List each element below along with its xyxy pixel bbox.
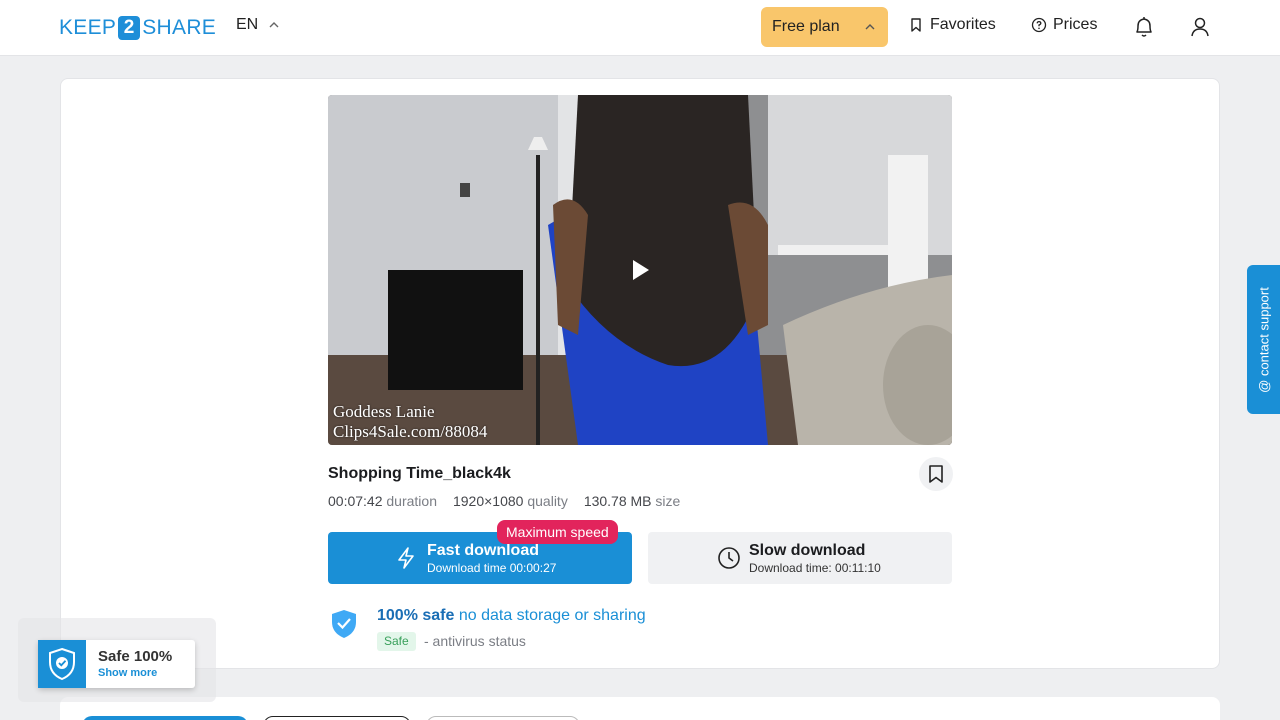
slow-download-time: Download time: 00:11:10: [749, 561, 881, 575]
fast-download-time: Download time 00:00:27: [427, 561, 557, 575]
bell-icon[interactable]: [1133, 15, 1155, 39]
site-logo[interactable]: KEEP 2 SHARE: [59, 14, 216, 42]
quality-value: 1920×1080: [452, 493, 524, 509]
watermark-line-2: Clips4Sale.com/88084: [333, 422, 488, 441]
file-title: Shopping Time_black4k: [328, 465, 511, 482]
safe-100-badge[interactable]: Safe 100% Show more: [38, 640, 195, 688]
language-selector[interactable]: EN: [236, 16, 280, 34]
tab-pill-2[interactable]: [263, 716, 411, 720]
file-meta: 00:07:42 duration 1920×1080 quality 130.…: [328, 493, 680, 509]
duration-info: 00:07:42 duration: [328, 493, 437, 509]
favorites-label: Favorites: [930, 16, 996, 33]
logo-text-mid: 2: [118, 16, 141, 40]
prices-link[interactable]: Prices: [1031, 16, 1097, 34]
safe-badge-icon-box: [38, 640, 86, 688]
fast-download-label: Fast download: [427, 542, 539, 559]
duration-label: duration: [386, 493, 437, 509]
shield-check-icon: [332, 610, 356, 638]
safety-statement: 100% safe no data storage or sharing: [377, 607, 646, 625]
shield-check-icon: [49, 647, 75, 681]
watermark-line-1: Goddess Lanie: [333, 402, 435, 421]
logo-text-right: SHARE: [142, 16, 217, 39]
prices-label: Prices: [1053, 16, 1098, 33]
quality-label: quality: [527, 493, 568, 509]
video-player[interactable]: Goddess Lanie Clips4Sale.com/88084: [328, 95, 952, 445]
logo-text-left: KEEP: [59, 16, 117, 39]
contact-support-label: @ contact support: [1256, 286, 1271, 393]
show-more-link[interactable]: Show more: [98, 667, 157, 679]
quality-info: 1920×1080 quality: [453, 493, 568, 509]
chevron-up-icon: [865, 24, 875, 30]
question-circle-icon: [1031, 17, 1047, 33]
safe-badge-title: Safe 100%: [98, 648, 173, 665]
plan-label: Free plan: [772, 18, 840, 35]
safety-bold: 100% safe: [377, 607, 455, 624]
add-favorite-button[interactable]: [919, 457, 953, 491]
lightning-icon: [398, 547, 414, 569]
user-icon[interactable]: [1189, 15, 1211, 39]
contact-support-tab[interactable]: @ contact support: [1247, 265, 1280, 414]
bookmark-icon: [929, 465, 943, 483]
tab-pill-3[interactable]: [426, 716, 580, 720]
clock-icon: [718, 547, 740, 569]
antivirus-status-note: - antivirus status: [424, 633, 526, 649]
maximum-speed-badge: Maximum speed: [497, 520, 618, 544]
language-label: EN: [236, 16, 259, 33]
chevron-up-icon: [269, 22, 279, 28]
favorites-link[interactable]: Favorites: [908, 16, 996, 34]
safety-rest: no data storage or sharing: [454, 607, 646, 624]
duration-value: 00:07:42: [328, 493, 383, 509]
slow-download-label: Slow download: [749, 542, 866, 559]
size-label: size: [655, 493, 681, 509]
play-icon[interactable]: [631, 259, 651, 281]
antivirus-status-tag: Safe: [377, 632, 416, 651]
slow-download-button[interactable]: Slow download Download time: 00:11:10: [648, 532, 952, 584]
size-value: 130.78 MB: [583, 493, 652, 509]
top-header: KEEP 2 SHARE EN Free plan Favorites Pric…: [0, 0, 1280, 56]
size-info: 130.78 MB size: [584, 493, 681, 509]
bookmark-icon: [911, 18, 921, 32]
tab-pill-1[interactable]: [82, 716, 248, 720]
free-plan-button[interactable]: Free plan: [761, 7, 888, 47]
